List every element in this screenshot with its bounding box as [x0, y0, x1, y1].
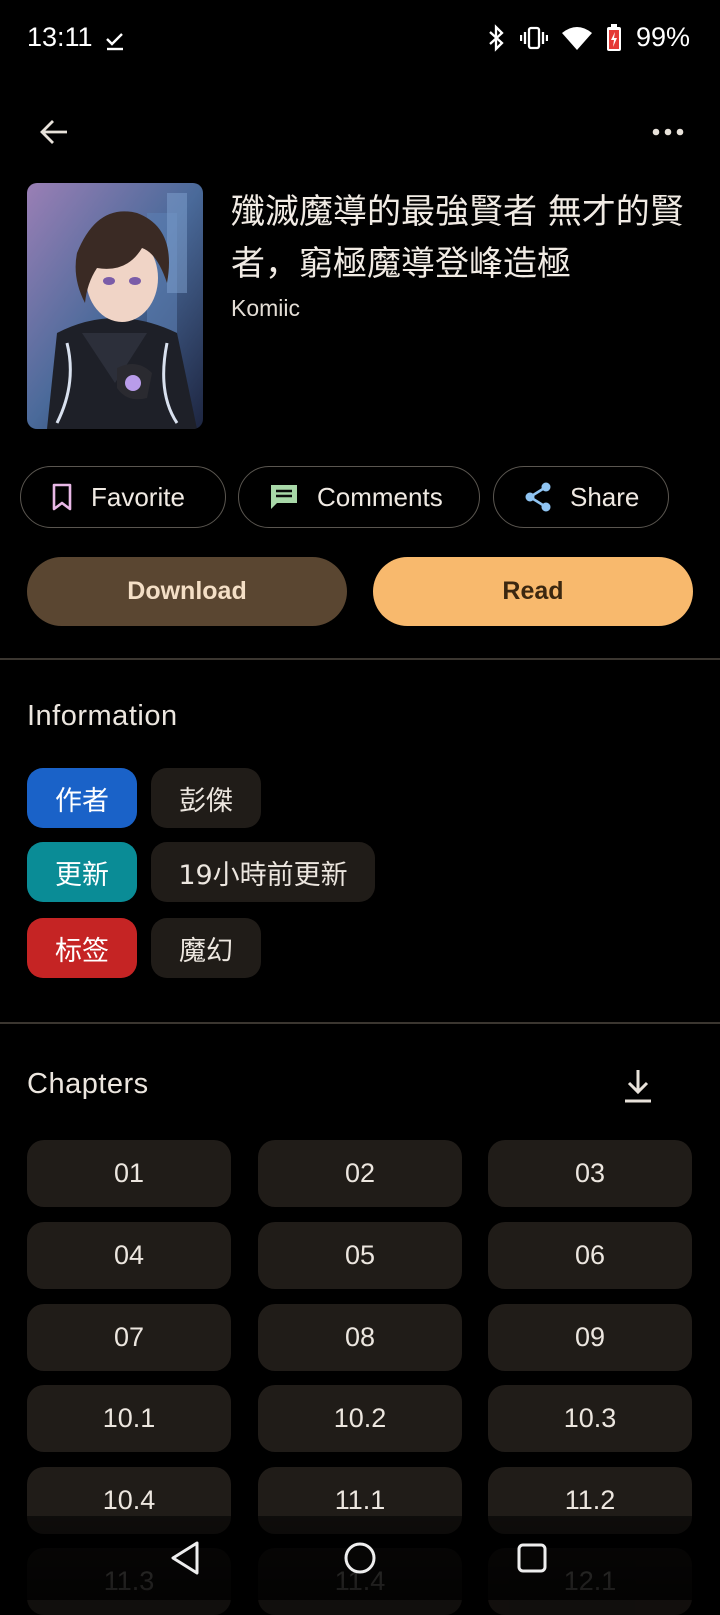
back-button[interactable] [28, 106, 80, 158]
nav-recents-button[interactable] [502, 1528, 562, 1588]
chapter-button[interactable]: 01 [27, 1140, 231, 1207]
chapter-button[interactable]: 04 [27, 1222, 231, 1289]
chapter-button[interactable]: 10.1 [27, 1385, 231, 1452]
cover-image[interactable] [27, 183, 203, 429]
app-bar [0, 84, 720, 168]
battery-icon [606, 23, 621, 51]
download-icon [625, 1070, 651, 1103]
bluetooth-icon [489, 23, 504, 52]
manga-title: 殲滅魔導的最強賢者 無才的賢者，窮極魔導登峰造極 [231, 192, 684, 284]
download-button[interactable]: Download [27, 557, 347, 626]
chapter-button[interactable]: 09 [488, 1304, 692, 1371]
status-bar: 13:11 99% [0, 0, 720, 84]
author-key-tag: 作者 [27, 768, 137, 828]
information-heading: Information [27, 700, 178, 732]
read-button[interactable]: Read [373, 557, 693, 626]
share-label: Share [570, 481, 640, 512]
chapter-button[interactable]: 10.3 [488, 1385, 692, 1452]
chapters-heading: Chapters [27, 1068, 149, 1100]
nav-back-button[interactable] [155, 1528, 215, 1588]
comments-button[interactable]: Comments [238, 466, 480, 528]
chapter-button[interactable]: 10.2 [258, 1385, 462, 1452]
system-nav-bar [0, 1516, 720, 1600]
status-time: 13:11 [27, 22, 93, 52]
battery-percent: 99% [635, 22, 690, 52]
divider [0, 1022, 720, 1024]
update-value-tag: 19小時前更新 [151, 842, 375, 902]
share-icon [525, 482, 551, 512]
divider [0, 658, 720, 660]
more-button[interactable] [642, 106, 694, 158]
chapter-button[interactable]: 05 [258, 1222, 462, 1289]
share-button[interactable]: Share [493, 466, 669, 528]
nav-home-button[interactable] [330, 1528, 390, 1588]
author-value-tag[interactable]: 彭傑 [151, 768, 261, 828]
back-arrow-icon [40, 120, 67, 144]
chapter-button[interactable]: 08 [258, 1304, 462, 1371]
wifi-icon [561, 26, 592, 50]
favorite-button[interactable]: Favorite [20, 466, 226, 528]
vibrate-icon [519, 26, 548, 49]
download-chapters-button[interactable] [618, 1066, 658, 1106]
update-key-tag: 更新 [27, 842, 137, 902]
nav-back-icon [171, 1541, 199, 1575]
more-icon [652, 128, 684, 136]
comments-label: Comments [317, 481, 443, 512]
chapter-button[interactable]: 02 [258, 1140, 462, 1207]
chapter-button[interactable]: 06 [488, 1222, 692, 1289]
nav-home-icon [344, 1542, 376, 1574]
status-icons: 99% [486, 22, 690, 53]
nav-recents-icon [517, 1543, 547, 1573]
chapter-button[interactable]: 07 [27, 1304, 231, 1371]
bookmark-icon [52, 483, 72, 511]
favorite-label: Favorite [91, 481, 185, 512]
comment-icon [271, 485, 297, 509]
chapter-button[interactable]: 03 [488, 1140, 692, 1207]
download-done-icon [106, 33, 123, 51]
tag-value-tag[interactable]: 魔幻 [151, 918, 261, 978]
source-name[interactable]: Komiic [231, 295, 300, 322]
tags-key-tag: 标签 [27, 918, 137, 978]
